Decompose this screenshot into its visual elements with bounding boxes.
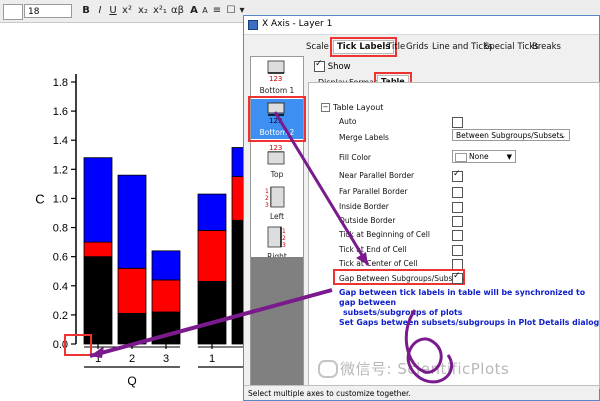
annotation-overlay: [64, 111, 454, 384]
origin-highlight-box: [64, 334, 92, 356]
arrow-head: [90, 346, 104, 358]
arrow-line: [89, 288, 333, 358]
arrow-line: [273, 111, 370, 266]
scribble-mark: [404, 309, 454, 384]
